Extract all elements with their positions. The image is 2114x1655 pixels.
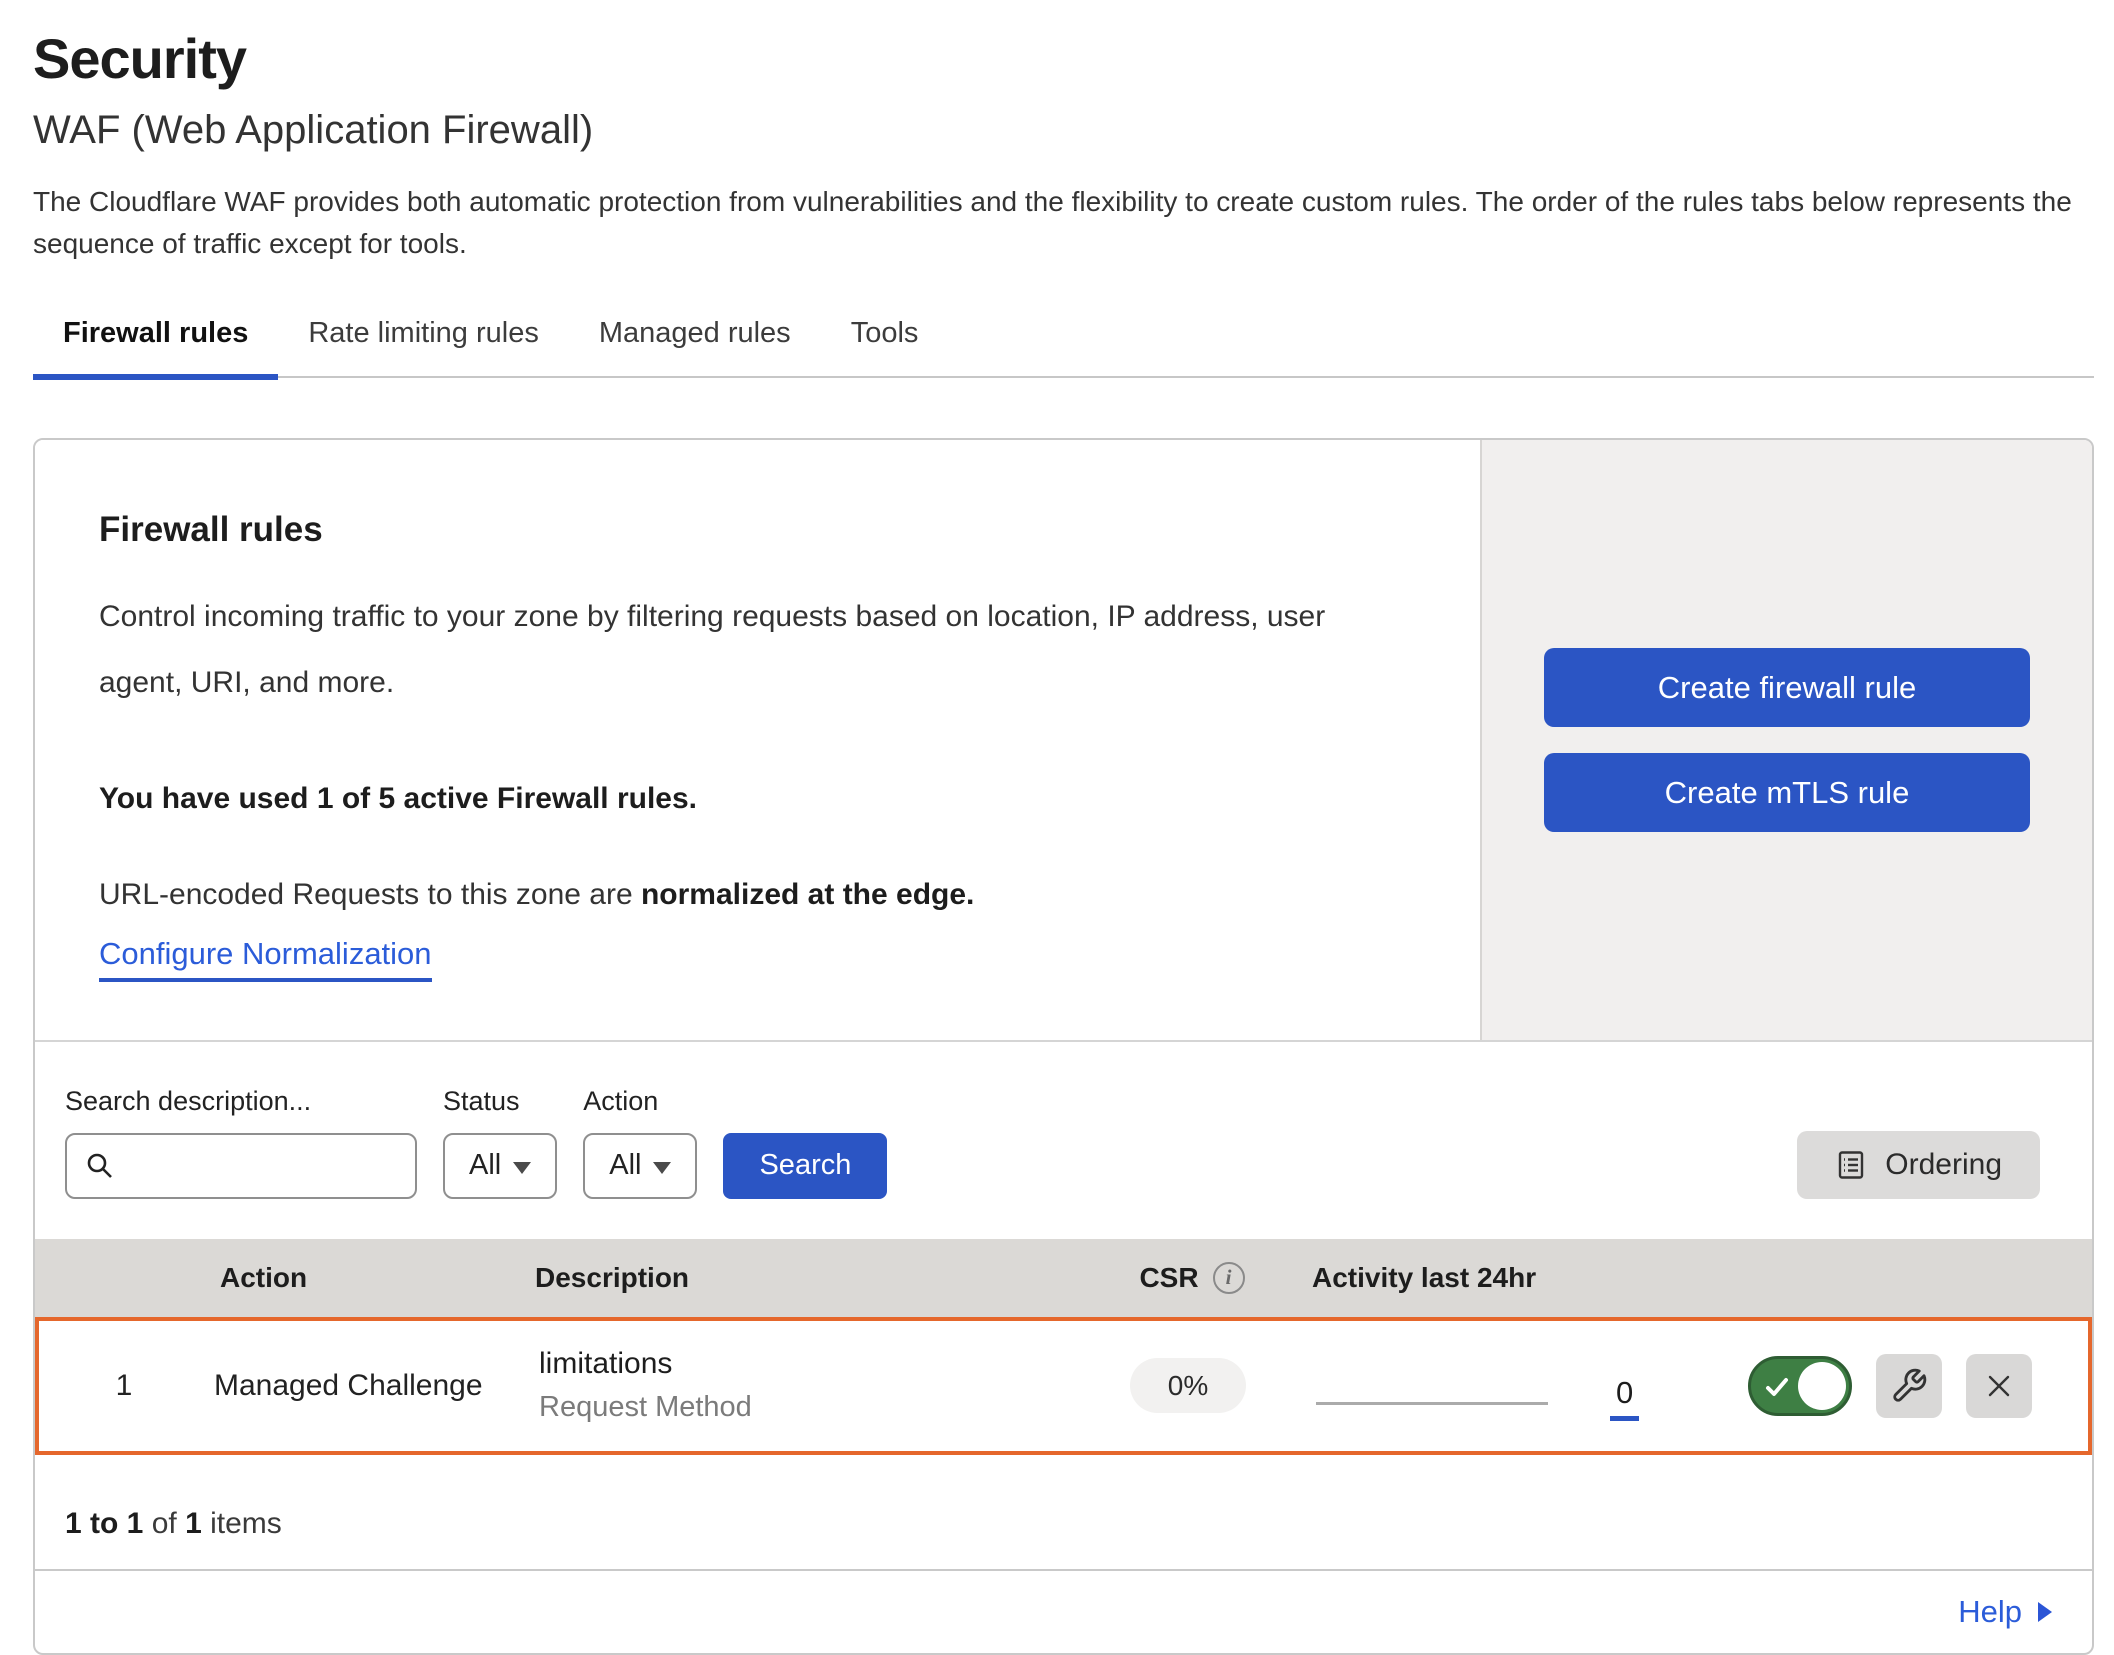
chevron-down-icon [653, 1162, 671, 1174]
status-select-value: All [469, 1149, 501, 1182]
rule-description: limitations [539, 1347, 1068, 1381]
search-label: Search description... [65, 1086, 417, 1117]
activity-cell: 0 [1308, 1321, 1748, 1451]
pagination-of: of [143, 1507, 185, 1540]
section-heading: Firewall rules [99, 510, 1416, 550]
search-button[interactable]: Search [723, 1133, 887, 1199]
usage-summary: You have used 1 of 5 active Firewall rul… [99, 782, 1416, 816]
status-select[interactable]: All [443, 1133, 557, 1199]
csr-badge: 0% [1130, 1358, 1246, 1413]
page-subtitle: WAF (Web Application Firewall) [33, 108, 2094, 153]
rule-expression: Request Method [539, 1391, 1068, 1424]
action-filter-group: Action All [583, 1086, 697, 1199]
normalization-note-bold: normalized at the edge. [641, 878, 974, 911]
section-description: Control incoming traffic to your zone by… [99, 584, 1416, 716]
csr-header-label: CSR [1139, 1262, 1198, 1294]
rule-controls [1748, 1354, 2088, 1418]
search-icon [85, 1151, 115, 1181]
action-select-value: All [609, 1149, 641, 1182]
search-input[interactable] [127, 1149, 397, 1182]
tab-managed-rules[interactable]: Managed rules [569, 317, 821, 376]
help-bar: Help [35, 1569, 2092, 1653]
tab-firewall-rules[interactable]: Firewall rules [33, 317, 278, 376]
close-icon [1982, 1369, 2016, 1403]
page-title: Security [33, 28, 2094, 90]
status-filter-group: Status All [443, 1086, 557, 1199]
column-header-action: Action [175, 1262, 535, 1294]
chevron-down-icon [513, 1162, 531, 1174]
filter-bar: Search description... Status All [35, 1042, 2092, 1239]
normalization-note: URL-encoded Requests to this zone are no… [99, 878, 1416, 912]
activity-sparkline [1316, 1402, 1548, 1405]
action-label: Action [583, 1086, 697, 1117]
rule-action: Managed Challenge [179, 1369, 539, 1403]
security-waf-page: Security WAF (Web Application Firewall) … [0, 0, 2114, 1655]
tab-rate-limiting-rules[interactable]: Rate limiting rules [278, 317, 568, 376]
create-firewall-rule-button[interactable]: Create firewall rule [1544, 648, 2030, 727]
action-select[interactable]: All [583, 1133, 697, 1199]
create-mtls-rule-button[interactable]: Create mTLS rule [1544, 753, 2030, 832]
pagination-count: 1 [185, 1507, 202, 1540]
pagination-range: 1 to 1 [65, 1507, 143, 1540]
firewall-rules-card: Firewall rules Control incoming traffic … [33, 438, 2094, 1655]
activity-count-link[interactable]: 0 [1610, 1377, 1639, 1421]
toggle-knob [1798, 1362, 1846, 1410]
actions-panel: Create firewall rule Create mTLS rule [1480, 440, 2092, 1040]
ordering-button-label: Ordering [1885, 1148, 2002, 1182]
column-header-description: Description [535, 1262, 1072, 1294]
check-icon [1762, 1372, 1792, 1402]
configure-normalization-link[interactable]: Configure Normalization [99, 936, 432, 982]
rule-priority: 1 [86, 1369, 133, 1403]
status-label: Status [443, 1086, 557, 1117]
wrench-icon [1890, 1367, 1928, 1405]
column-header-activity: Activity last 24hr [1312, 1262, 1752, 1294]
rules-table-header: Action Description CSR i Activity last 2… [35, 1239, 2092, 1317]
edit-rule-button[interactable] [1876, 1354, 1942, 1418]
csr-cell: 0% [1130, 1370, 1246, 1402]
waf-tab-bar: Firewall rules Rate limiting rules Manag… [33, 317, 2094, 378]
tab-tools[interactable]: Tools [821, 317, 949, 376]
ordering-list-icon [1835, 1149, 1867, 1181]
firewall-rules-summary-section: Firewall rules Control incoming traffic … [35, 440, 2092, 1042]
column-header-csr: CSR i [1139, 1262, 1244, 1294]
normalization-note-plain: URL-encoded Requests to this zone are [99, 878, 641, 911]
firewall-rules-summary: Firewall rules Control incoming traffic … [35, 440, 1480, 1040]
help-link[interactable]: Help [1958, 1594, 2054, 1630]
search-filter-group: Search description... [65, 1086, 417, 1199]
search-input-box[interactable] [65, 1133, 417, 1199]
table-row[interactable]: 1 Managed Challenge limitations Request … [35, 1317, 2092, 1455]
ordering-button[interactable]: Ordering [1797, 1131, 2040, 1199]
help-arrow-icon [2036, 1600, 2054, 1624]
pagination-items: items [202, 1507, 282, 1540]
info-icon[interactable]: i [1213, 1262, 1245, 1294]
delete-rule-button[interactable] [1966, 1354, 2032, 1418]
rule-enabled-toggle[interactable] [1748, 1356, 1852, 1416]
page-description: The Cloudflare WAF provides both automat… [33, 181, 2083, 265]
pagination-summary: 1 to 1 of 1 items [35, 1455, 2092, 1569]
rule-description-cell: limitations Request Method [539, 1347, 1068, 1424]
help-link-label: Help [1958, 1594, 2022, 1630]
